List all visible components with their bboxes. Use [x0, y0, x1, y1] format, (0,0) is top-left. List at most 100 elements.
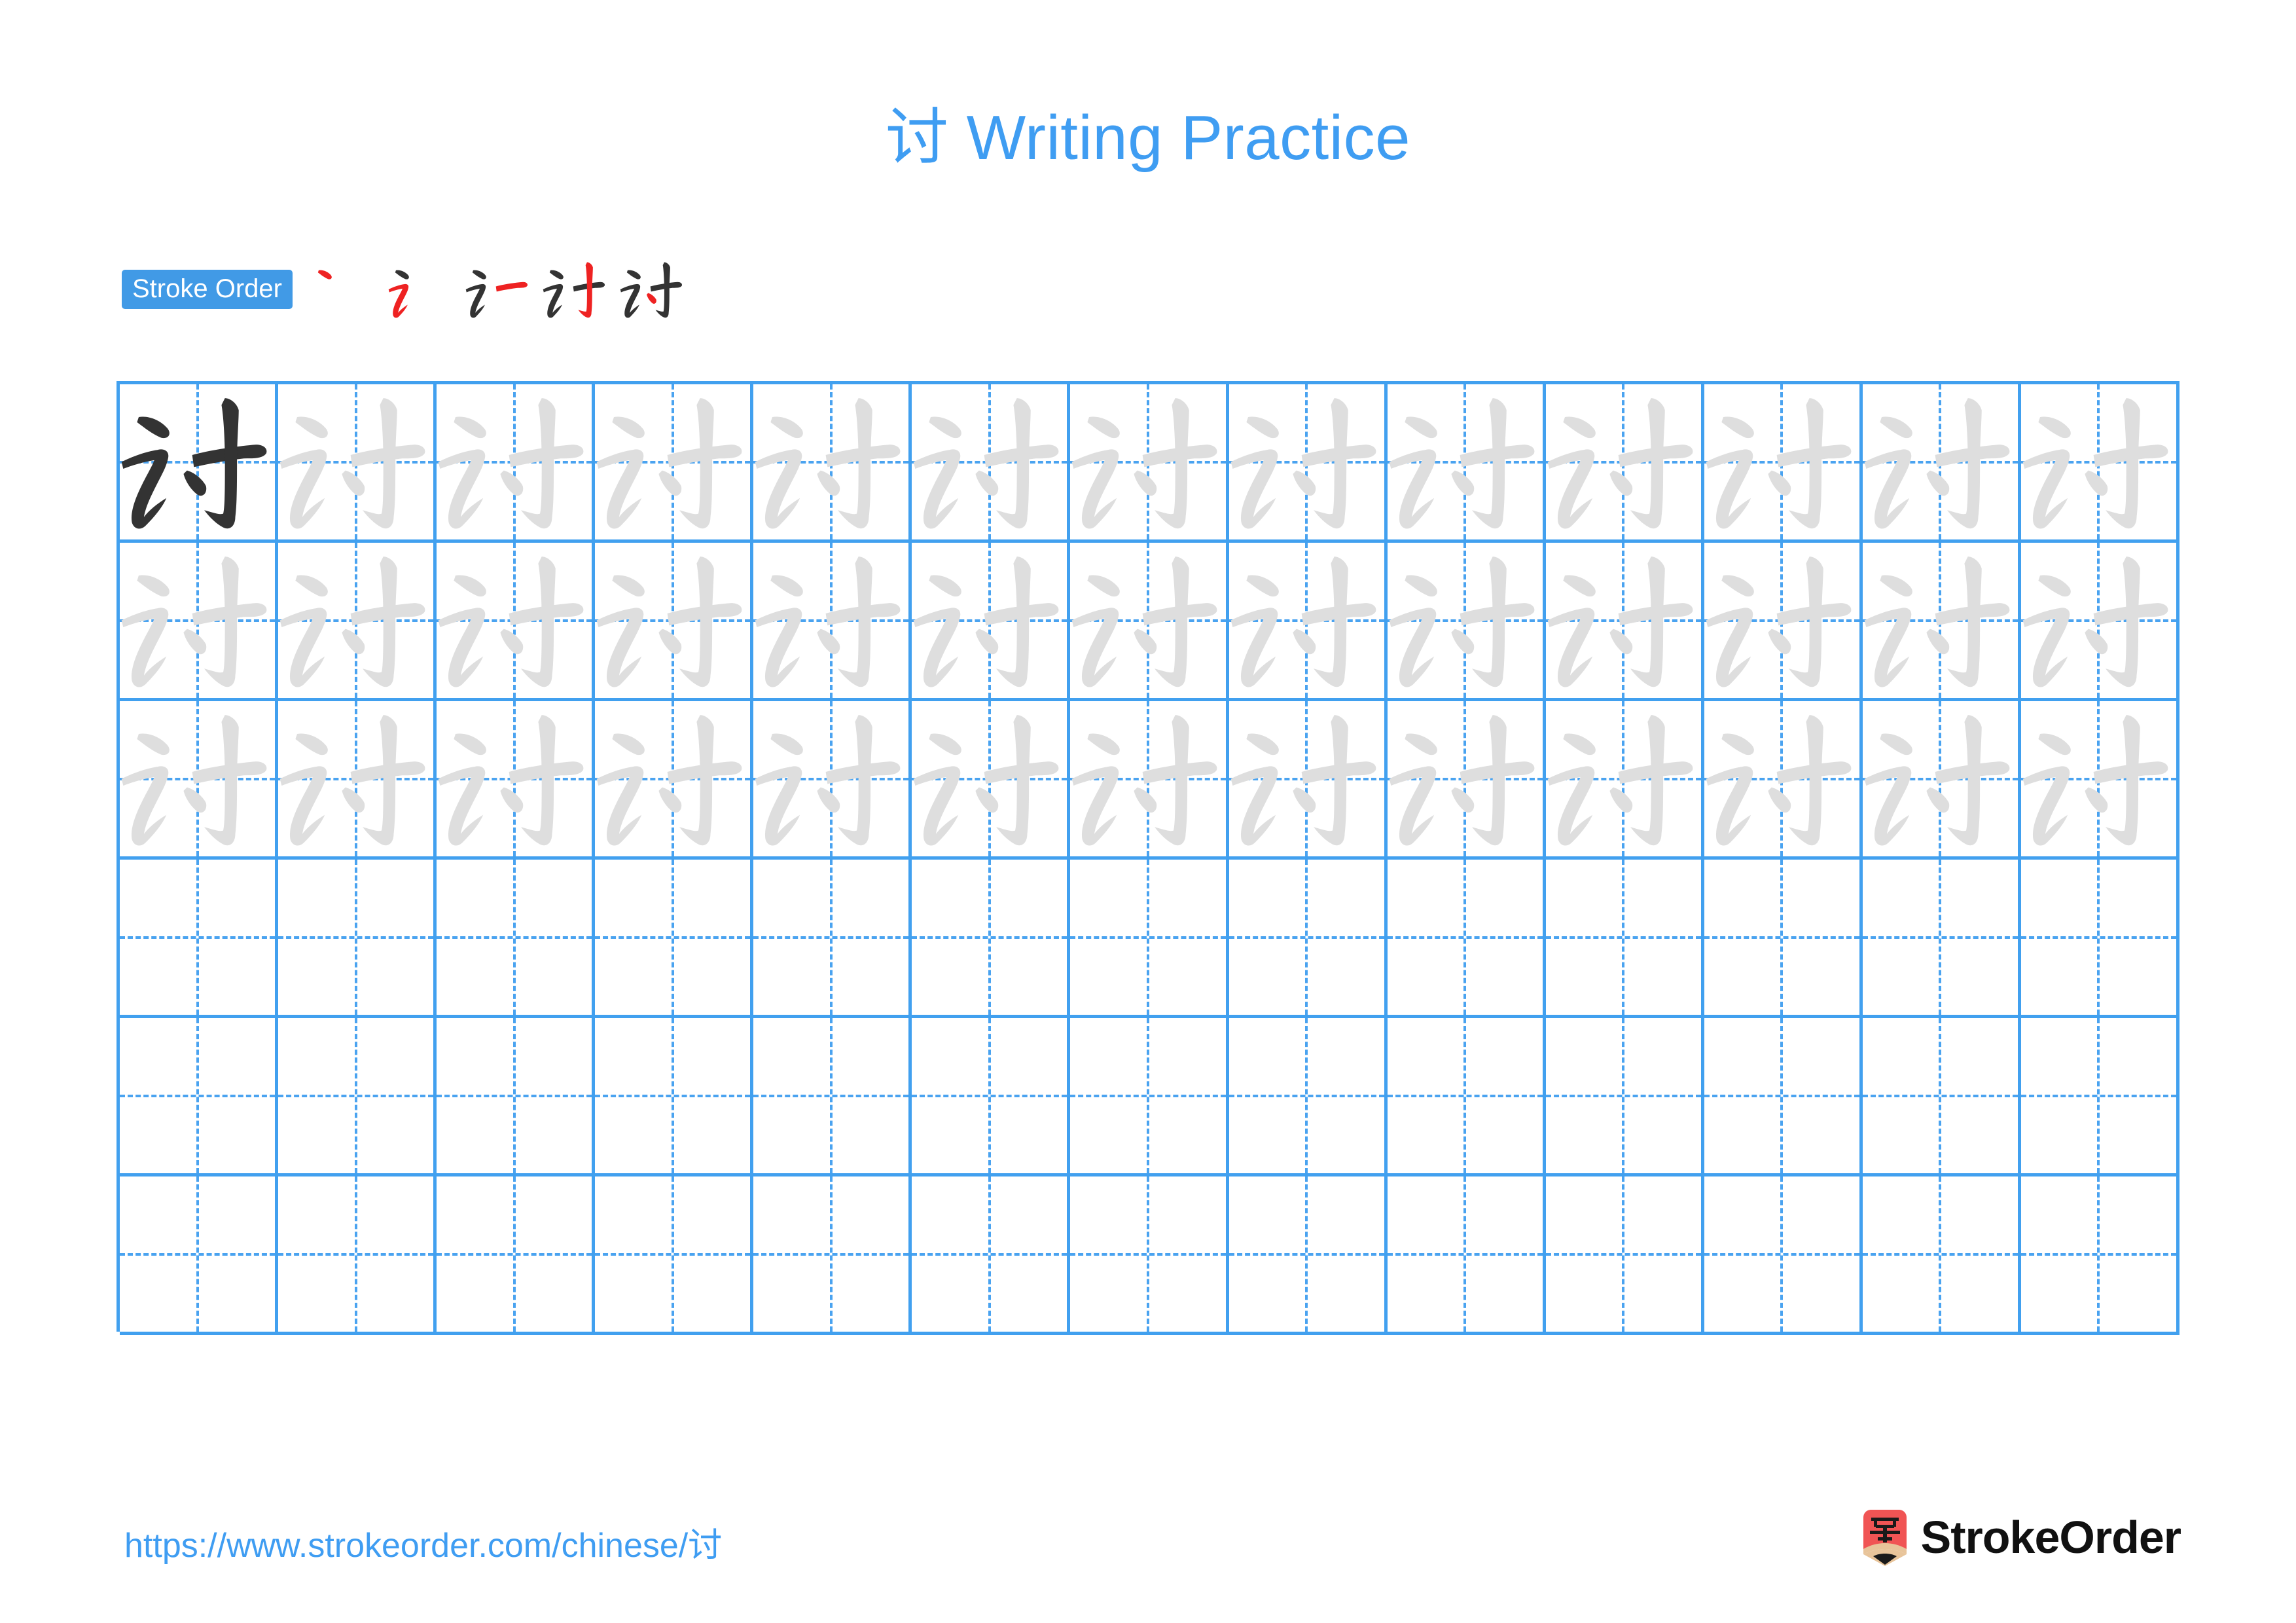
practice-cell-r4-c13[interactable]	[2020, 860, 2180, 1018]
practice-cell-r6-c8[interactable]	[1229, 1176, 1388, 1335]
practice-cell-r6-c3[interactable]	[437, 1176, 596, 1335]
practice-cell-r3-c5[interactable]	[753, 701, 912, 860]
stroke-order-badge: Stroke Order	[122, 270, 293, 309]
practice-cell-r3-c12[interactable]	[1862, 701, 2021, 860]
practice-cell-r6-c5[interactable]	[753, 1176, 912, 1335]
practice-cell-r3-c7[interactable]	[1070, 701, 1229, 860]
practice-grid-row	[120, 860, 2180, 1018]
brand-name: StrokeOrder	[1920, 1512, 2181, 1563]
practice-cell-r6-c7[interactable]	[1070, 1176, 1229, 1335]
practice-cell-r2-c10[interactable]	[1545, 543, 1704, 701]
practice-cell-r5-c1[interactable]	[120, 1018, 279, 1176]
practice-cell-r4-c2[interactable]	[278, 860, 437, 1018]
practice-cell-r6-c2[interactable]	[278, 1176, 437, 1335]
footer-url[interactable]: https://www.strokeorder.com/chinese/讨	[124, 1518, 722, 1567]
trace-character	[1546, 701, 1701, 856]
practice-cell-r2-c4[interactable]	[595, 543, 754, 701]
practice-cell-r4-c10[interactable]	[1545, 860, 1704, 1018]
practice-cell-r5-c12[interactable]	[1862, 1018, 2021, 1176]
practice-cell-r5-c11[interactable]	[1704, 1018, 1863, 1176]
practice-cell-r5-c13[interactable]	[2020, 1018, 2180, 1176]
trace-character	[1070, 701, 1225, 856]
practice-cell-r6-c4[interactable]	[595, 1176, 754, 1335]
practice-cell-r4-c4[interactable]	[595, 860, 754, 1018]
character-glyph	[1864, 398, 2010, 529]
practice-cell-r6-c11[interactable]	[1704, 1176, 1863, 1335]
practice-cell-r4-c11[interactable]	[1704, 860, 1863, 1018]
practice-cell-r1-c9[interactable]	[1387, 384, 1546, 543]
practice-cell-r2-c1[interactable]	[120, 543, 279, 701]
stroke-step-2	[384, 253, 457, 326]
practice-cell-r1-c2[interactable]	[278, 384, 437, 543]
practice-cell-r3-c2[interactable]	[278, 701, 437, 860]
practice-grid-row	[120, 384, 2180, 543]
practice-cell-r4-c6[interactable]	[912, 860, 1071, 1018]
practice-cell-r2-c12[interactable]	[1862, 543, 2021, 701]
practice-cell-r1-c5[interactable]	[753, 384, 912, 543]
practice-cell-r4-c5[interactable]	[753, 860, 912, 1018]
practice-cell-r4-c12[interactable]	[1862, 860, 2021, 1018]
character-glyph	[1864, 715, 2010, 846]
practice-cell-r5-c5[interactable]	[753, 1018, 912, 1176]
cell-horizontal-guide	[753, 1252, 909, 1256]
practice-cell-r3-c13[interactable]	[2020, 701, 2180, 860]
character-glyph	[121, 556, 267, 687]
cell-horizontal-guide	[2020, 1252, 2177, 1256]
cell-horizontal-guide	[1387, 1252, 1543, 1256]
brand-logo-block[interactable]: StrokeOrder	[1861, 1506, 2181, 1569]
practice-cell-r1-c1[interactable]	[120, 384, 279, 543]
practice-cell-r4-c8[interactable]	[1229, 860, 1388, 1018]
practice-cell-r1-c10[interactable]	[1545, 384, 1704, 543]
practice-cell-r3-c6[interactable]	[912, 701, 1071, 860]
practice-cell-r1-c6[interactable]	[912, 384, 1071, 543]
practice-cell-r6-c13[interactable]	[2020, 1176, 2180, 1335]
practice-cell-r2-c5[interactable]	[753, 543, 912, 701]
practice-cell-r1-c3[interactable]	[437, 384, 596, 543]
cell-horizontal-guide	[120, 1252, 276, 1256]
practice-cell-r1-c12[interactable]	[1862, 384, 2021, 543]
practice-cell-r2-c2[interactable]	[278, 543, 437, 701]
practice-cell-r1-c7[interactable]	[1070, 384, 1229, 543]
practice-cell-r1-c8[interactable]	[1229, 384, 1388, 543]
stroke-order-section: Stroke Order	[122, 250, 693, 329]
practice-cell-r4-c1[interactable]	[120, 860, 279, 1018]
practice-cell-r6-c9[interactable]	[1387, 1176, 1546, 1335]
stroke-step-2-glyph	[388, 270, 409, 318]
practice-cell-r2-c6[interactable]	[912, 543, 1071, 701]
practice-cell-r5-c3[interactable]	[437, 1018, 596, 1176]
practice-cell-r5-c7[interactable]	[1070, 1018, 1229, 1176]
trace-character	[1070, 543, 1225, 698]
practice-cell-r3-c1[interactable]	[120, 701, 279, 860]
practice-cell-r6-c6[interactable]	[912, 1176, 1071, 1335]
practice-cell-r5-c8[interactable]	[1229, 1018, 1388, 1176]
trace-character	[278, 384, 433, 539]
practice-cell-r3-c11[interactable]	[1704, 701, 1863, 860]
practice-cell-r1-c13[interactable]	[2020, 384, 2180, 543]
practice-cell-r3-c3[interactable]	[437, 701, 596, 860]
practice-cell-r2-c8[interactable]	[1229, 543, 1388, 701]
practice-cell-r6-c10[interactable]	[1545, 1176, 1704, 1335]
practice-cell-r5-c10[interactable]	[1545, 1018, 1704, 1176]
practice-cell-r4-c7[interactable]	[1070, 860, 1229, 1018]
practice-cell-r5-c9[interactable]	[1387, 1018, 1546, 1176]
practice-cell-r2-c13[interactable]	[2020, 543, 2180, 701]
trace-character	[595, 701, 750, 856]
practice-cell-r6-c1[interactable]	[120, 1176, 279, 1335]
practice-cell-r3-c9[interactable]	[1387, 701, 1546, 860]
practice-cell-r4-c3[interactable]	[437, 860, 596, 1018]
practice-cell-r2-c7[interactable]	[1070, 543, 1229, 701]
practice-cell-r3-c10[interactable]	[1545, 701, 1704, 860]
practice-cell-r1-c4[interactable]	[595, 384, 754, 543]
cell-horizontal-guide	[1070, 936, 1226, 939]
practice-cell-r6-c12[interactable]	[1862, 1176, 2021, 1335]
practice-cell-r3-c8[interactable]	[1229, 701, 1388, 860]
practice-cell-r4-c9[interactable]	[1387, 860, 1546, 1018]
practice-cell-r3-c4[interactable]	[595, 701, 754, 860]
practice-cell-r5-c6[interactable]	[912, 1018, 1071, 1176]
practice-cell-r5-c2[interactable]	[278, 1018, 437, 1176]
practice-cell-r2-c9[interactable]	[1387, 543, 1546, 701]
practice-cell-r5-c4[interactable]	[595, 1018, 754, 1176]
practice-cell-r1-c11[interactable]	[1704, 384, 1863, 543]
practice-cell-r2-c11[interactable]	[1704, 543, 1863, 701]
practice-cell-r2-c3[interactable]	[437, 543, 596, 701]
